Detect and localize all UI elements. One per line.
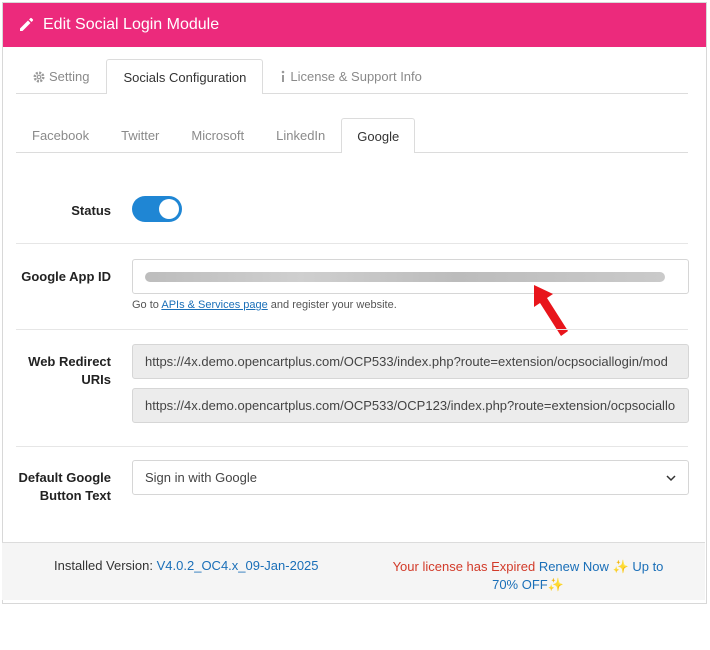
- sparkle-icon: ✨: [612, 559, 629, 574]
- google-app-id-input[interactable]: [132, 259, 689, 294]
- button-text-select[interactable]: Sign in with Google: [132, 460, 689, 495]
- tab-microsoft[interactable]: Microsoft: [175, 118, 260, 152]
- redacted-value: [145, 271, 665, 282]
- button-text-label: Default Google Button Text: [18, 470, 111, 503]
- status-toggle[interactable]: [132, 196, 182, 222]
- main-tabs: Setting Socials Configuration License & …: [16, 59, 688, 94]
- button-text-value: Sign in with Google: [145, 470, 258, 485]
- status-label: Status: [71, 203, 111, 218]
- redirect-uris-label: Web Redirect URIs: [28, 354, 111, 387]
- tab-setting[interactable]: Setting: [16, 59, 106, 93]
- divider: [16, 446, 688, 447]
- divider: [16, 243, 688, 244]
- license-expired-text: Your license has Expired: [392, 559, 536, 574]
- tab-license-support-label: License & Support Info: [290, 69, 422, 84]
- redirect-uri-field-1[interactable]: https://4x.demo.opencartplus.com/OCP533/…: [132, 344, 689, 379]
- info-icon: [280, 70, 286, 83]
- version-link[interactable]: V4.0.2_OC4.x_09-Jan-2025: [157, 558, 319, 573]
- tab-linkedin[interactable]: LinkedIn: [260, 118, 341, 152]
- tab-setting-label: Setting: [49, 69, 90, 84]
- tab-license-support[interactable]: License & Support Info: [263, 59, 439, 93]
- help-text: Go to APIs & Services page and register …: [132, 299, 397, 311]
- redirect-uri-field-2[interactable]: https://4x.demo.opencartplus.com/OCP533/…: [132, 388, 689, 423]
- panel-footer: Installed Version: V4.0.2_OC4.x_09-Jan-2…: [2, 542, 705, 600]
- app-id-label: Google App ID: [21, 269, 111, 284]
- tab-socials-configuration[interactable]: Socials Configuration: [106, 59, 264, 94]
- red-arrow-annotation: [534, 285, 568, 336]
- tab-google[interactable]: Google: [341, 118, 416, 153]
- chevron-down-icon: [666, 475, 676, 482]
- tab-socials-configuration-label: Socials Configuration: [123, 69, 247, 85]
- tab-facebook[interactable]: Facebook: [16, 118, 105, 152]
- toggle-knob: [159, 199, 179, 219]
- installed-version: Installed Version: V4.0.2_OC4.x_09-Jan-2…: [54, 558, 319, 573]
- tab-twitter[interactable]: Twitter: [105, 118, 175, 152]
- pencil-icon: [17, 16, 35, 34]
- panel-header: Edit Social Login Module: [3, 3, 706, 47]
- renew-now-link[interactable]: Renew Now: [539, 559, 609, 574]
- divider: [16, 329, 688, 330]
- page-title: Edit Social Login Module: [43, 16, 220, 33]
- license-status: Your license has Expired Renew Now ✨ Up …: [378, 558, 678, 594]
- sparkle-icon: ✨: [547, 577, 564, 592]
- apis-services-link[interactable]: APIs & Services page: [161, 299, 267, 311]
- social-tabs: Facebook Twitter Microsoft LinkedIn Goog…: [16, 118, 688, 153]
- gear-icon: [33, 71, 45, 83]
